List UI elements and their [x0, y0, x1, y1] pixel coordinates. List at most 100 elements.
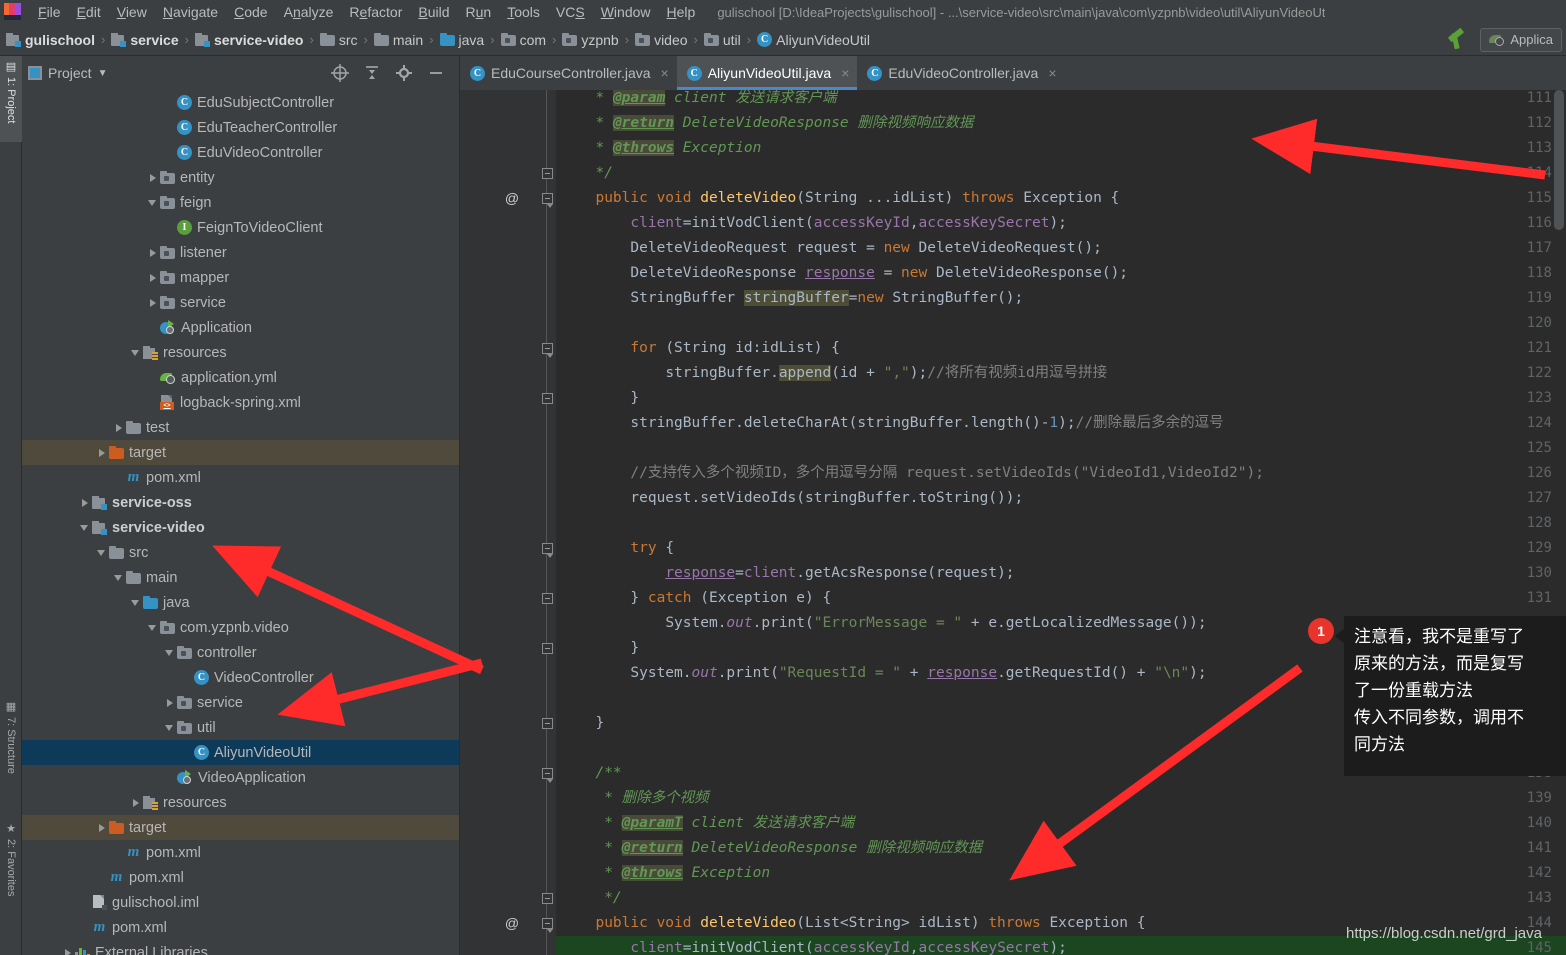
collapse-all-icon[interactable] [363, 64, 381, 82]
sidebar-item-project[interactable]: ▤ 1: Project [0, 56, 22, 142]
chevron-right-icon[interactable] [113, 415, 126, 440]
chevron-right-icon[interactable] [96, 440, 109, 465]
code-line[interactable]: * @param client 发送请求客户端 [556, 90, 1566, 111]
fold-marker[interactable] [542, 718, 553, 729]
code-line[interactable]: * @throws Exception [556, 861, 1566, 886]
tree-row[interactable]: feign [22, 190, 459, 215]
tree-row[interactable]: service [22, 290, 459, 315]
editor-tab-eduvideocontroller[interactable]: C EduVideoController.java × [857, 56, 1064, 90]
breadcrumb-item-main[interactable]: main [373, 32, 423, 48]
chevron-down-icon[interactable] [147, 615, 160, 640]
code-line[interactable]: * 删除多个视频 [556, 786, 1566, 811]
chevron-right-icon[interactable] [147, 165, 160, 190]
tree-row[interactable]: java [22, 590, 459, 615]
tree-row[interactable]: I FeignToVideoClient [22, 215, 459, 240]
chevron-down-icon[interactable] [147, 190, 160, 215]
chevron-right-icon[interactable] [164, 690, 177, 715]
menu-item-edit[interactable]: Edit [69, 2, 109, 22]
tree-row[interactable]: gulischool.iml [22, 890, 459, 915]
editor-gutter[interactable] [460, 90, 538, 955]
tree-row[interactable]: mapper [22, 265, 459, 290]
menu-item-build[interactable]: Build [410, 2, 457, 22]
menu-item-code[interactable]: Code [226, 2, 275, 22]
hammer-icon[interactable] [1444, 27, 1470, 53]
tree-row[interactable]: target [22, 815, 459, 840]
code-line[interactable]: * @return DeleteVideoResponse 删除视频响应数据 [556, 836, 1566, 861]
fold-marker[interactable] [542, 893, 553, 904]
locate-icon[interactable] [331, 64, 349, 82]
chevron-down-icon[interactable] [164, 715, 177, 740]
fold-marker[interactable] [542, 543, 553, 558]
code-line[interactable]: * @throws Exception [556, 136, 1566, 161]
chevron-right-icon[interactable] [79, 490, 92, 515]
menu-item-run[interactable]: Run [458, 2, 500, 22]
chevron-right-icon[interactable] [147, 265, 160, 290]
project-tree[interactable]: C EduSubjectController C EduTeacherControll… [22, 90, 459, 955]
breadcrumb-item-util[interactable]: util [703, 32, 741, 48]
code-line[interactable]: } [556, 386, 1566, 411]
breadcrumb-item-video[interactable]: video [635, 32, 688, 48]
close-icon[interactable]: × [1048, 65, 1056, 81]
chevron-right-icon[interactable] [62, 940, 75, 955]
code-line[interactable]: } catch (Exception e) { [556, 586, 1566, 611]
editor-tab-educoursecontroller[interactable]: C EduCourseController.java × [460, 56, 677, 90]
tree-row[interactable]: C EduSubjectController [22, 90, 459, 115]
breadcrumb-item-src[interactable]: src [319, 32, 357, 48]
code-line[interactable]: */ [556, 161, 1566, 186]
code-line[interactable] [556, 511, 1566, 536]
code-line[interactable]: public void deleteVideo(String ...idList… [556, 186, 1566, 211]
tree-row[interactable]: m pom.xml [22, 465, 459, 490]
chevron-down-icon[interactable] [164, 640, 177, 665]
code-line[interactable]: stringBuffer.append(id + ",");//将所有视频id用… [556, 361, 1566, 386]
menu-item-refactor[interactable]: Refactor [341, 2, 410, 22]
tree-row[interactable]: com.yzpnb.video [22, 615, 459, 640]
code-line[interactable]: stringBuffer.deleteCharAt(stringBuffer.l… [556, 411, 1566, 436]
menu-item-navigate[interactable]: Navigate [155, 2, 226, 22]
code-line[interactable]: try { [556, 536, 1566, 561]
code-line[interactable]: response=client.getAcsResponse(request); [556, 561, 1566, 586]
menu-item-tools[interactable]: Tools [499, 2, 548, 22]
code-line[interactable] [556, 311, 1566, 336]
override-gutter-icon[interactable]: @ [504, 911, 520, 936]
chevron-down-icon[interactable] [79, 515, 92, 540]
fold-marker[interactable] [542, 393, 553, 404]
settings-gear-icon[interactable] [395, 64, 413, 82]
breadcrumb-item-service[interactable]: service [111, 32, 179, 48]
fold-marker[interactable] [542, 643, 553, 654]
chevron-right-icon[interactable] [147, 290, 160, 315]
breadcrumb-item-yzpnb[interactable]: yzpnb [562, 32, 619, 48]
fold-marker[interactable] [542, 168, 553, 179]
menu-item-help[interactable]: Help [659, 2, 704, 22]
chevron-down-icon[interactable] [130, 590, 143, 615]
source-code[interactable]: * @param client 发送请求客户端 * @return Delete… [556, 90, 1566, 955]
tree-row[interactable]: m pom.xml [22, 865, 459, 890]
menu-item-vcs[interactable]: VCS [548, 2, 593, 22]
tree-row[interactable]: entity [22, 165, 459, 190]
code-line[interactable]: StringBuffer stringBuffer=new StringBuff… [556, 286, 1566, 311]
run-configuration-selector[interactable]: Applica [1480, 27, 1562, 52]
chevron-right-icon[interactable] [130, 790, 143, 815]
breadcrumb-item-com[interactable]: com [500, 32, 546, 48]
tree-row[interactable]: service-oss [22, 490, 459, 515]
hide-icon[interactable] [427, 64, 445, 82]
tree-row[interactable]: m pom.xml [22, 840, 459, 865]
breadcrumb-item-gulischool[interactable]: gulischool [6, 32, 95, 48]
tree-row[interactable]: <> logback-spring.xml [22, 390, 459, 415]
fold-marker[interactable] [542, 593, 553, 604]
tree-row[interactable]: C EduTeacherController [22, 115, 459, 140]
tree-row[interactable]: listener [22, 240, 459, 265]
project-panel-title[interactable]: Project ▼ [28, 65, 107, 81]
fold-marker[interactable] [542, 193, 553, 208]
chevron-right-icon[interactable] [96, 815, 109, 840]
breadcrumb-item-aliyunvideoutil[interactable]: C AliyunVideoUtil [757, 32, 870, 48]
close-icon[interactable]: × [841, 65, 849, 81]
tree-row[interactable]: util [22, 715, 459, 740]
breadcrumb-item-java[interactable]: java [439, 32, 484, 48]
code-line[interactable]: * @return DeleteVideoResponse 删除视频响应数据 [556, 111, 1566, 136]
code-line[interactable] [556, 436, 1566, 461]
tree-row[interactable]: m pom.xml [22, 915, 459, 940]
code-line[interactable]: client=initVodClient(accessKeyId,accessK… [556, 211, 1566, 236]
tree-row[interactable]: C AliyunVideoUtil [22, 740, 459, 765]
code-line[interactable]: //支持传入多个视频ID，多个用逗号分隔 request.setVideoIds… [556, 461, 1566, 486]
tree-row[interactable]: service-video [22, 515, 459, 540]
